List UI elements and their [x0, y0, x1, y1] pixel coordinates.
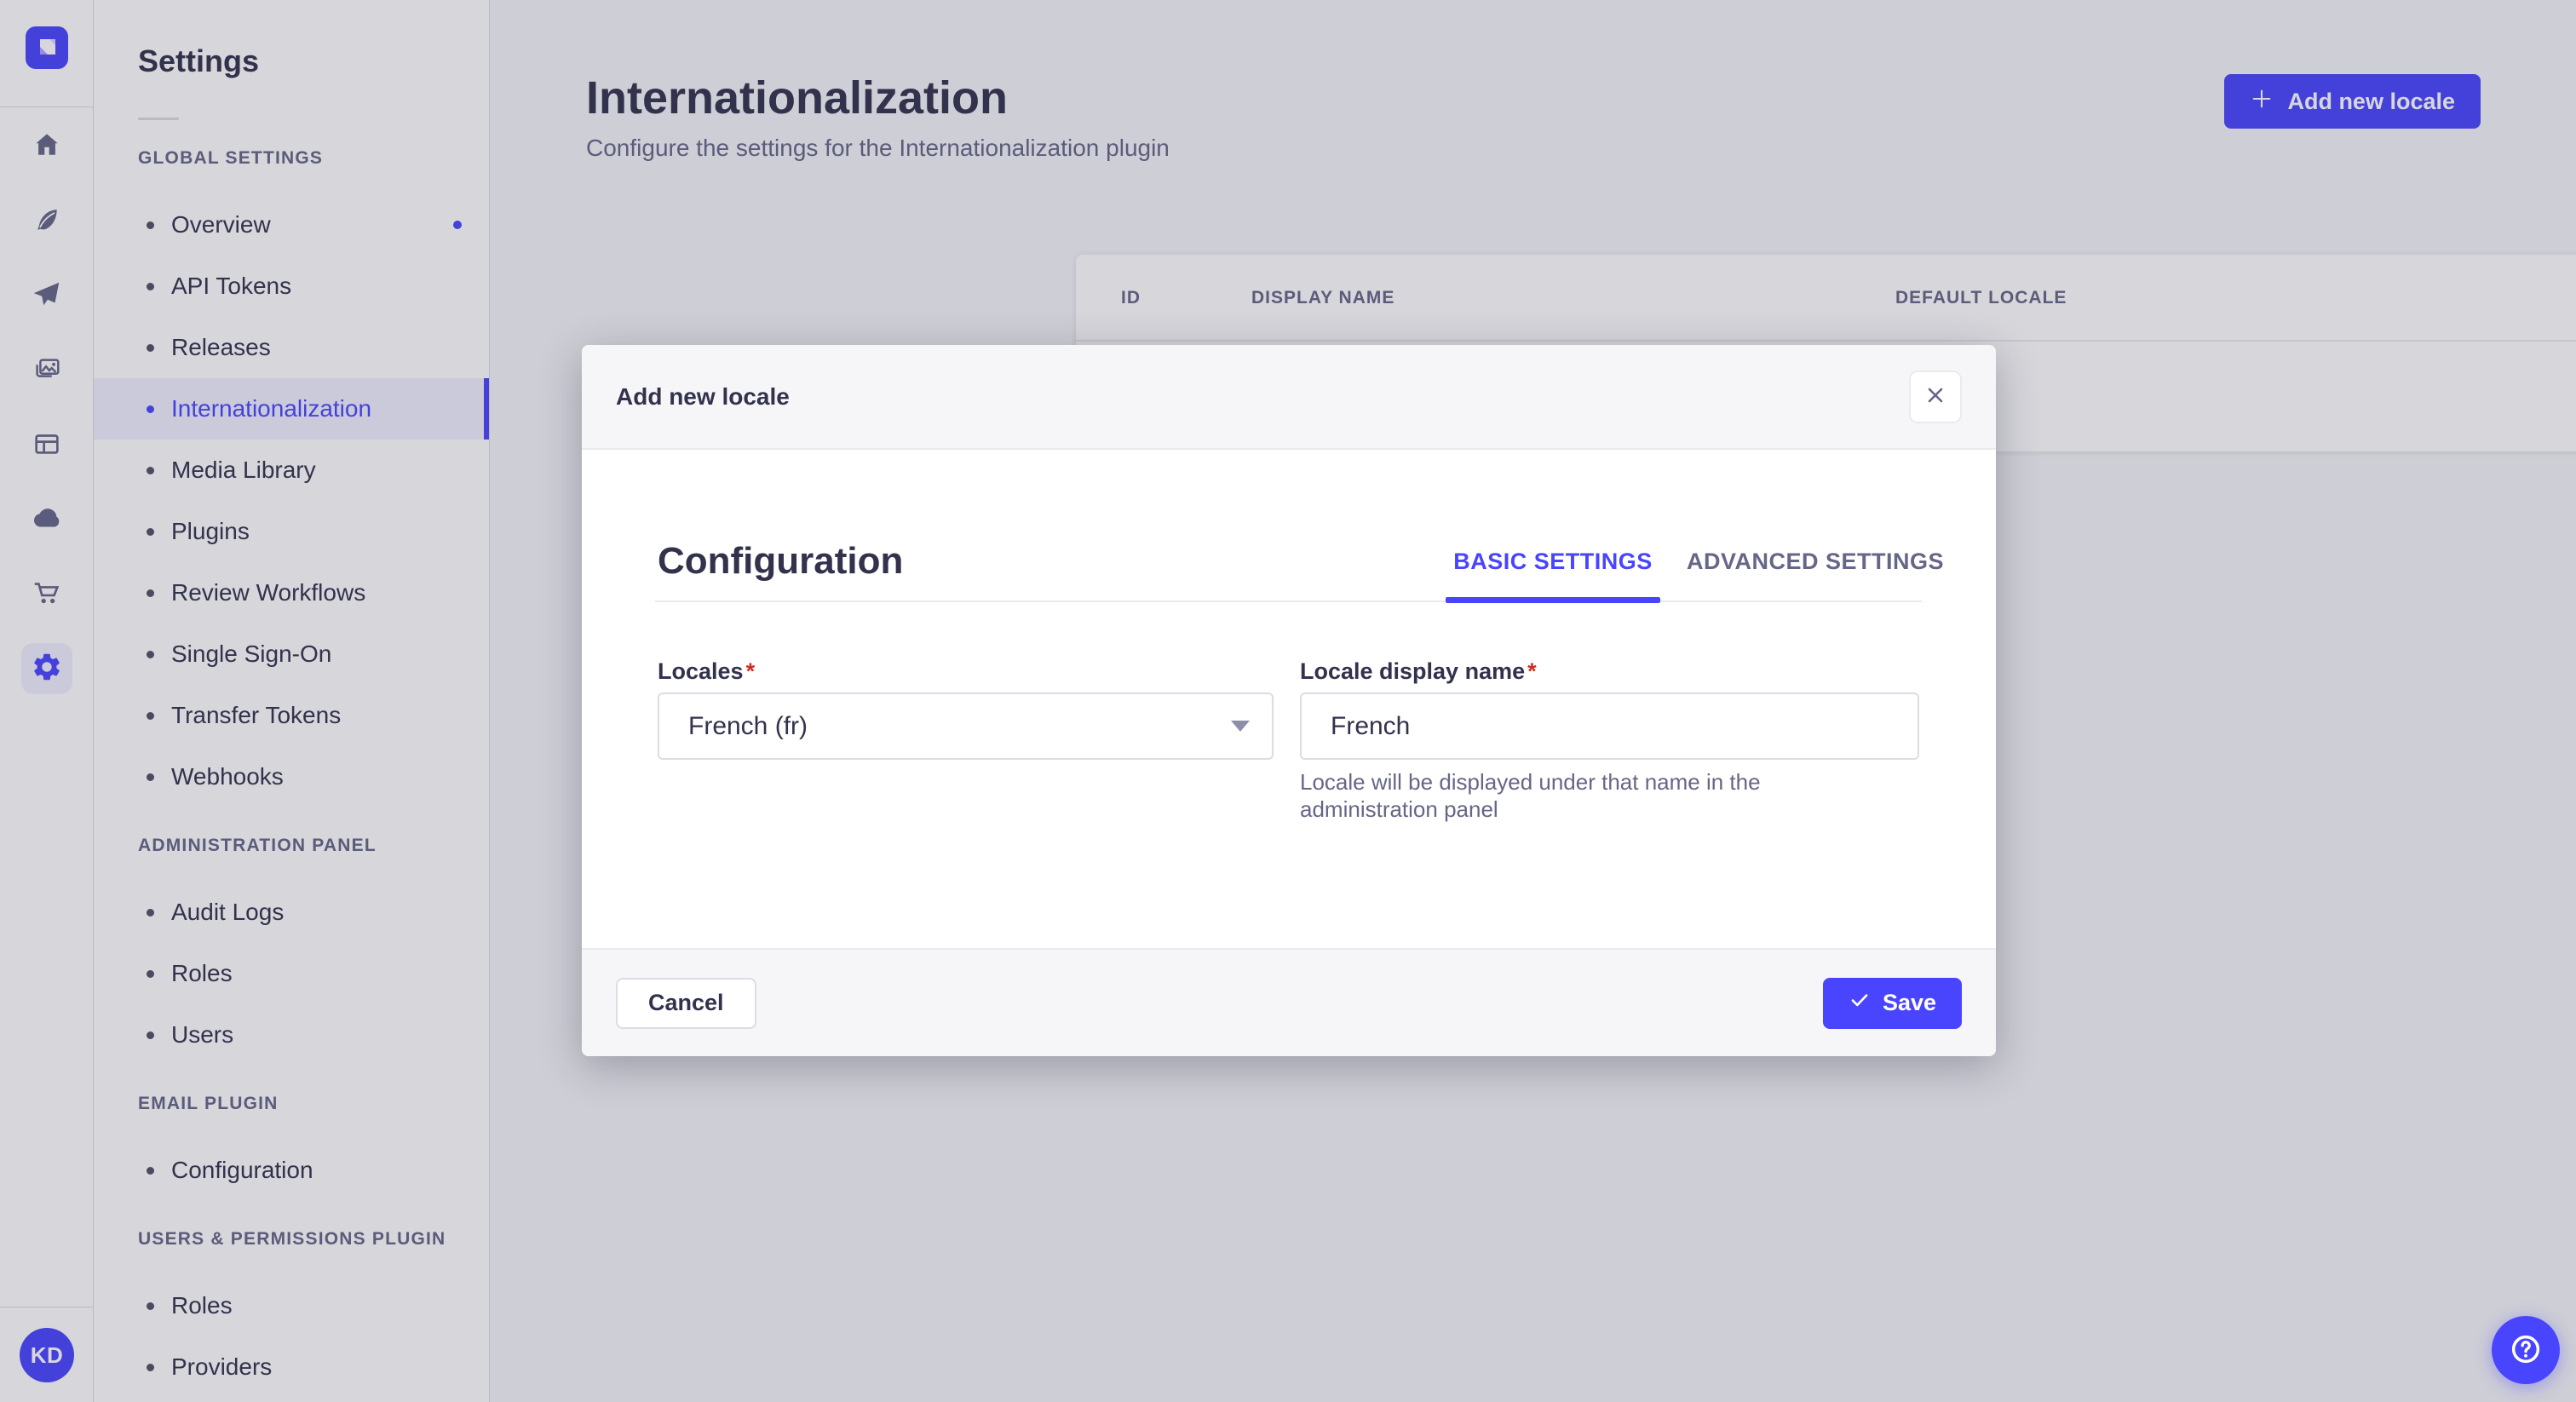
cancel-button[interactable]: Cancel [616, 977, 756, 1029]
tab-basic-settings[interactable]: BASIC SETTINGS [1446, 549, 1660, 575]
close-button[interactable] [1909, 370, 1962, 423]
close-icon [1923, 383, 1947, 410]
active-tab-underline [1446, 597, 1660, 603]
display-name-input[interactable] [1300, 692, 1919, 760]
save-button[interactable]: Save [1822, 977, 1962, 1029]
modal-title: Add new locale [616, 382, 790, 410]
locales-select-value: French (fr) [688, 711, 808, 740]
tab-advanced-settings[interactable]: ADVANCED SETTINGS [1687, 549, 1944, 575]
check-icon [1849, 989, 1871, 1017]
add-locale-modal: Add new locale Configuration BASIC SETTI… [582, 345, 1996, 1056]
question-mark-icon [2508, 1331, 2544, 1370]
help-button[interactable] [2492, 1316, 2560, 1384]
display-name-helper-text: Locale will be displayed under that name… [1300, 769, 1761, 822]
locales-field-label: Locales * [658, 658, 756, 684]
chevron-down-icon [1231, 721, 1250, 732]
required-asterisk: * [1527, 658, 1537, 684]
modal-body: Configuration BASIC SETTINGS ADVANCED SE… [582, 450, 1996, 946]
tabs-divider [655, 600, 1922, 602]
configuration-section-title: Configuration [658, 540, 904, 582]
modal-header: Add new locale [582, 345, 1996, 450]
locales-select[interactable]: French (fr) [658, 692, 1274, 760]
required-asterisk: * [745, 658, 756, 684]
modal-footer: Cancel Save [582, 948, 1996, 1056]
display-name-field-label: Locale display name * [1300, 658, 1537, 684]
